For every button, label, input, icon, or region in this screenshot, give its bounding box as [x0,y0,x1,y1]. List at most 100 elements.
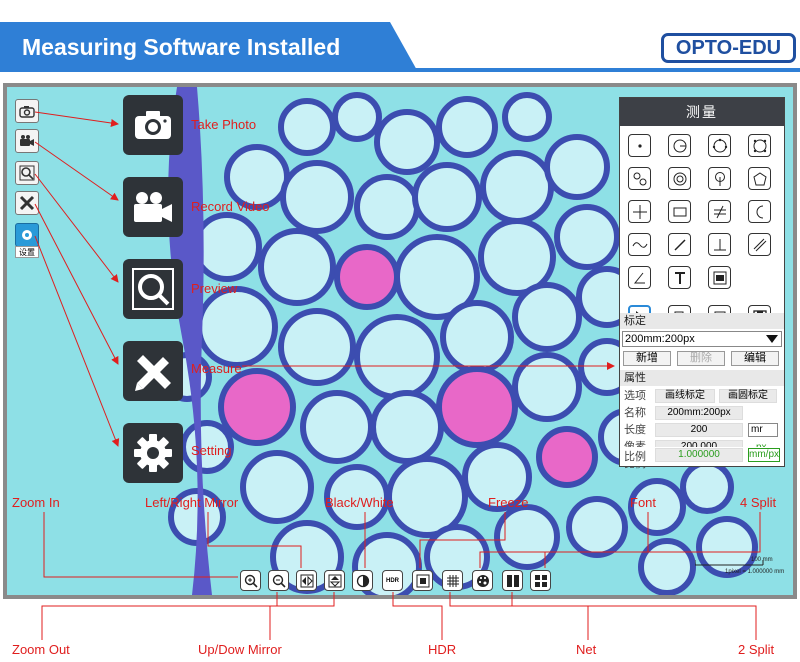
plant-cell [566,496,628,558]
mirror-vertical-icon [328,574,341,587]
split-four-icon [534,574,547,587]
hdr-button[interactable]: HDR [382,570,403,591]
text-tool[interactable] [668,266,691,289]
name-label: 名称 [624,407,646,419]
crosshair-tool[interactable] [628,200,651,223]
plant-cell [512,282,582,352]
radius-icon [714,171,725,186]
circle-four-point-tool[interactable] [748,134,771,157]
circle-four-point-icon [753,139,766,152]
diagonal-lines-icon [753,238,766,251]
two-split-button[interactable] [502,570,523,591]
plant-cell [512,352,582,422]
perpendicular-tool[interactable] [708,233,731,256]
sidebar-take-photo-button[interactable] [15,99,39,123]
left-right-mirror-button[interactable] [296,570,317,591]
ratio-field[interactable]: 1.000000 [655,448,743,462]
plant-cell [436,366,518,448]
name-row: 名称 200mm:200px [622,406,782,421]
sidebar-record-video-button[interactable] [15,129,39,153]
zoom-in-button[interactable] [240,570,261,591]
magnifier-icon [132,268,174,310]
split-two-icon [506,574,519,587]
black-white-button[interactable] [352,570,373,591]
font-caption: Font [630,495,657,510]
measure-big-icon [123,341,183,401]
plant-cell [412,162,482,232]
ud-mirror-caption: Up/Dow Mirror [198,642,282,657]
lr-mirror-caption: Left/Right Mirror [145,495,239,510]
freeze-caption: Freeze [488,495,529,510]
net-button[interactable] [442,570,463,591]
camera-icon [19,106,35,118]
unit-select[interactable]: mr [748,423,778,437]
calibration-select[interactable]: 200mm:200px [622,331,782,347]
sidebar-setting-button[interactable] [15,223,39,247]
zoom-out-button[interactable] [268,570,289,591]
plant-cell [680,460,734,514]
radius-tool[interactable] [708,167,731,190]
four-split-button[interactable] [530,570,551,591]
page-title: Measuring Software Installed [22,34,341,60]
curve-tool[interactable] [628,233,651,256]
angle-tool[interactable] [628,266,651,289]
add-button[interactable]: 新增 [623,351,671,366]
tool-spacer [748,266,771,289]
hdr-caption: HDR [428,642,457,657]
plant-cell [334,244,400,310]
concentric-circle-icon [673,172,686,185]
software-screenshot: 设置 Take Photo Record Video Preview Measu… [3,83,797,599]
calibration-tool[interactable] [708,266,731,289]
calibration-section-header: 标定 [620,313,784,329]
point-tool[interactable] [628,134,651,157]
two-circles-icon [633,172,646,185]
rectangle-tool[interactable] [668,200,691,223]
polygon-icon [752,171,767,185]
font-button[interactable] [472,570,493,591]
polygon-tool[interactable] [748,167,771,190]
net-caption: Net [576,642,597,657]
plant-cell [544,134,610,200]
length-field[interactable]: 200 [655,423,743,437]
calibration-icon [713,271,726,284]
three-point-circle-tool[interactable] [708,134,731,157]
freeze-button[interactable] [412,570,433,591]
parallel-diagonal-tool[interactable] [748,233,771,256]
gear-icon [134,434,172,472]
ratio-unit: mm/px [748,448,780,462]
parallel-tool[interactable] [708,200,731,223]
perpendicular-icon [713,238,726,250]
plant-cell [554,204,620,270]
ratio-label-text: 比例 [624,451,646,463]
up-down-mirror-button[interactable] [324,570,345,591]
setting-label: Setting [191,443,232,458]
line-tool[interactable] [668,233,691,256]
video-camera-icon [20,135,34,146]
arc-tool[interactable] [748,200,771,223]
unit-select-value: mr [751,424,763,435]
circle-center-tool[interactable] [668,134,691,157]
sidebar-preview-button[interactable] [15,161,39,185]
plant-cell [196,286,278,368]
record-video-big-icon [123,177,183,237]
plant-cell [192,212,262,282]
plant-cell [440,300,514,374]
setting-caption: 设置 [15,246,39,258]
sidebar-measure-button[interactable] [15,191,39,215]
name-field[interactable]: 200mm:200px [655,406,743,420]
plant-cell [478,218,556,296]
take-photo-label: Take Photo [191,117,257,132]
plant-cell [370,390,444,464]
delete-button[interactable]: 删除 [677,351,725,366]
curve-icon [632,241,647,248]
plant-cell [386,456,468,538]
hdr-button-label: HDR [386,577,399,584]
concentric-circle-tool[interactable] [668,167,691,190]
edit-button[interactable]: 编辑 [731,351,779,366]
two-point-tool[interactable] [628,167,651,190]
plant-cell [278,308,356,386]
option-label: 选项 [624,390,646,402]
circle-calibration-button[interactable]: 画圆标定 [719,389,777,403]
plant-cell [300,390,374,464]
line-calibration-button[interactable]: 画线标定 [655,389,715,403]
